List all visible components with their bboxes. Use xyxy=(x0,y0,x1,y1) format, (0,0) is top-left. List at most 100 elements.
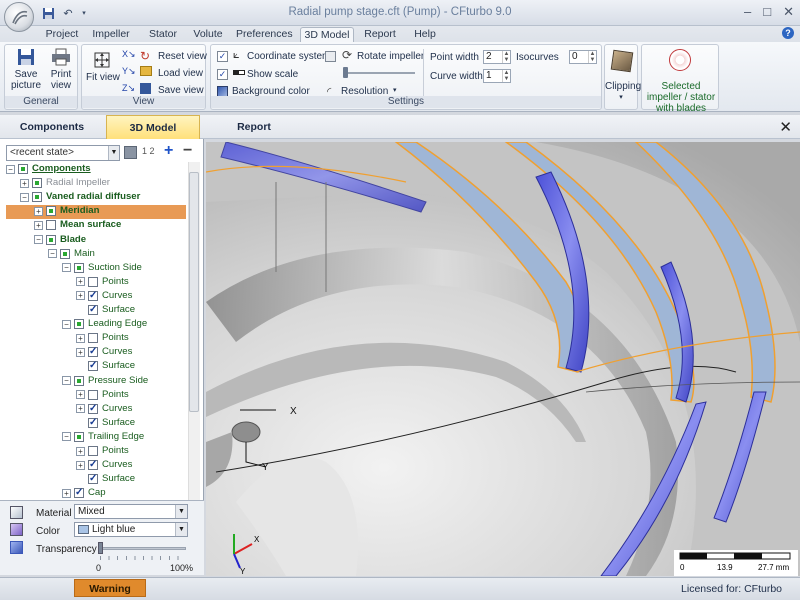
expand-all-icon[interactable]: + xyxy=(164,142,173,160)
tree-node-checkbox[interactable] xyxy=(74,486,84,500)
tree-node[interactable]: + Points xyxy=(76,444,129,458)
coordinate-system-checkbox[interactable]: ✓ xyxy=(217,51,228,62)
tree-node[interactable]: − Leading Edge xyxy=(62,317,147,331)
app-menu-button[interactable] xyxy=(4,2,34,32)
tree-node[interactable]: − Components xyxy=(6,162,91,176)
collapse-node-icon[interactable]: − xyxy=(6,164,15,174)
state-dropdown-icon[interactable]: ▼ xyxy=(108,146,119,160)
axis-xy-icon[interactable]: X↘ xyxy=(122,49,136,63)
panel-tab-components[interactable]: Components xyxy=(2,115,102,139)
tree-node[interactable]: + Curves xyxy=(76,402,132,416)
tab-preferences[interactable]: Preferences xyxy=(236,27,293,42)
tree-node-checkbox[interactable] xyxy=(46,234,56,245)
warning-button[interactable]: Warning xyxy=(74,579,146,597)
collapse-node-icon[interactable]: − xyxy=(62,263,71,273)
tree-node[interactable]: − Suction Side xyxy=(62,261,142,275)
expand-node-icon[interactable]: + xyxy=(76,277,85,287)
show-scale-checkbox[interactable]: ✓ xyxy=(217,69,228,80)
collapse-node-icon[interactable]: − xyxy=(34,235,43,244)
expand-node-icon[interactable]: + xyxy=(20,178,29,188)
isocurves-arrows-icon[interactable]: ▲ ▼ xyxy=(588,51,596,63)
close-panel-icon[interactable]: ✕ xyxy=(779,118,792,136)
expand-node-icon[interactable]: + xyxy=(76,404,85,414)
sort-icon[interactable]: 1 2 xyxy=(142,146,155,156)
tree-node[interactable]: + Mean surface xyxy=(34,218,121,232)
tab-impeller[interactable]: Impeller xyxy=(90,27,132,42)
tree-node-checkbox[interactable] xyxy=(74,375,84,386)
expand-node-icon[interactable]: + xyxy=(76,291,85,301)
tree-node[interactable]: − Pressure Side xyxy=(62,374,148,388)
minimize-button[interactable]: – xyxy=(744,4,751,20)
tree-node-checkbox[interactable] xyxy=(18,164,28,174)
tree-node[interactable]: + Radial Impeller xyxy=(20,176,110,190)
tab-help[interactable]: Help xyxy=(410,27,440,42)
save-state-icon[interactable] xyxy=(124,146,137,159)
tree-node-checkbox[interactable] xyxy=(88,333,98,344)
collapse-all-icon[interactable]: − xyxy=(183,142,192,160)
state-combobox[interactable]: <recent state> xyxy=(6,145,120,161)
tree-node-checkbox[interactable] xyxy=(88,458,98,472)
expand-node-icon[interactable]: + xyxy=(76,460,85,470)
tree-node[interactable]: Surface xyxy=(76,359,135,373)
expand-node-icon[interactable]: + xyxy=(76,390,85,400)
curve-width-spinner[interactable]: 1 ▲ ▼ xyxy=(483,69,511,83)
tree-node[interactable]: + Curves xyxy=(76,458,132,472)
fit-view-button[interactable]: Fit view xyxy=(86,51,120,83)
tree-node-checkbox[interactable] xyxy=(60,248,70,259)
collapse-node-icon[interactable]: − xyxy=(62,432,71,442)
tree-node-checkbox[interactable] xyxy=(32,192,42,203)
panel-tab-3d-model[interactable]: 3D Model xyxy=(106,115,200,139)
color-dropdown-icon[interactable]: ▼ xyxy=(175,523,187,536)
tree-node[interactable]: + Meridian xyxy=(34,204,99,218)
tree-node[interactable]: − Blade xyxy=(34,233,86,247)
tree-node[interactable]: − Trailing Edge xyxy=(62,430,144,444)
axis-yz-icon[interactable]: Y↘ xyxy=(122,66,136,80)
save-view-button[interactable]: Save view xyxy=(140,83,204,97)
transparency-slider-track[interactable] xyxy=(100,547,186,550)
expand-node-icon[interactable]: + xyxy=(62,488,71,498)
tab-project[interactable]: Project xyxy=(40,27,84,42)
tab-report[interactable]: Report xyxy=(362,27,398,42)
selected-components-dropdown[interactable]: Selected impeller / stator with blades xyxy=(641,44,719,114)
material-dropdown-icon[interactable]: ▼ xyxy=(175,505,187,518)
tree-node[interactable]: + Points xyxy=(76,331,129,345)
collapse-node-icon[interactable]: − xyxy=(48,249,57,259)
rotate-impeller-checkbox[interactable] xyxy=(325,51,336,62)
clipping-button[interactable]: Clipping ▾ xyxy=(604,44,641,110)
collapse-node-icon[interactable]: − xyxy=(20,192,29,202)
save-picture-button[interactable]: Save picture xyxy=(10,48,42,91)
3d-viewport[interactable]: X Y X Y 0 13.9 27.7 mm xyxy=(206,142,800,576)
collapse-node-icon[interactable]: − xyxy=(62,376,71,385)
tree-node[interactable]: − Main xyxy=(48,247,95,261)
tree-node-checkbox[interactable] xyxy=(88,416,98,430)
close-window-button[interactable]: ✕ xyxy=(783,4,794,20)
tree-node-checkbox[interactable] xyxy=(88,389,98,400)
tree-node-checkbox[interactable] xyxy=(74,262,84,273)
maximize-button[interactable]: □ xyxy=(763,4,771,20)
tree-node-checkbox[interactable] xyxy=(32,178,42,189)
expand-node-icon[interactable]: + xyxy=(34,220,43,230)
transparency-slider-thumb[interactable] xyxy=(98,542,103,554)
point-width-spinner[interactable]: 2 ▲ ▼ xyxy=(483,50,511,64)
reset-view-button[interactable]: ↻ Reset view xyxy=(140,49,207,63)
tree-node-checkbox[interactable] xyxy=(88,276,98,287)
tree-node[interactable]: Surface xyxy=(76,303,135,317)
tree-node-checkbox[interactable] xyxy=(88,472,98,486)
rotate-slider-thumb[interactable] xyxy=(343,67,348,78)
tree-node[interactable]: + Points xyxy=(76,275,129,289)
isocurves-spinner[interactable]: 0 ▲ ▼ xyxy=(569,50,597,64)
tree-scrollbar-thumb[interactable] xyxy=(189,172,199,412)
tree-node-checkbox[interactable] xyxy=(88,359,98,373)
tree-node-checkbox[interactable] xyxy=(46,220,56,231)
expand-node-icon[interactable]: + xyxy=(76,333,85,343)
tree-node-checkbox[interactable] xyxy=(88,402,98,416)
tree-node-checkbox[interactable] xyxy=(88,345,98,359)
collapse-node-icon[interactable]: − xyxy=(62,319,71,329)
point-width-arrows-icon[interactable]: ▲ ▼ xyxy=(502,51,510,63)
tree-node[interactable]: − Vaned radial diffuser xyxy=(20,190,140,204)
tree-node-checkbox[interactable] xyxy=(88,303,98,317)
color-select[interactable]: Light blue ▼ xyxy=(74,522,188,537)
expand-node-icon[interactable]: + xyxy=(76,446,85,456)
tree-node[interactable]: Surface xyxy=(76,416,135,430)
tab-volute[interactable]: Volute xyxy=(190,27,226,42)
